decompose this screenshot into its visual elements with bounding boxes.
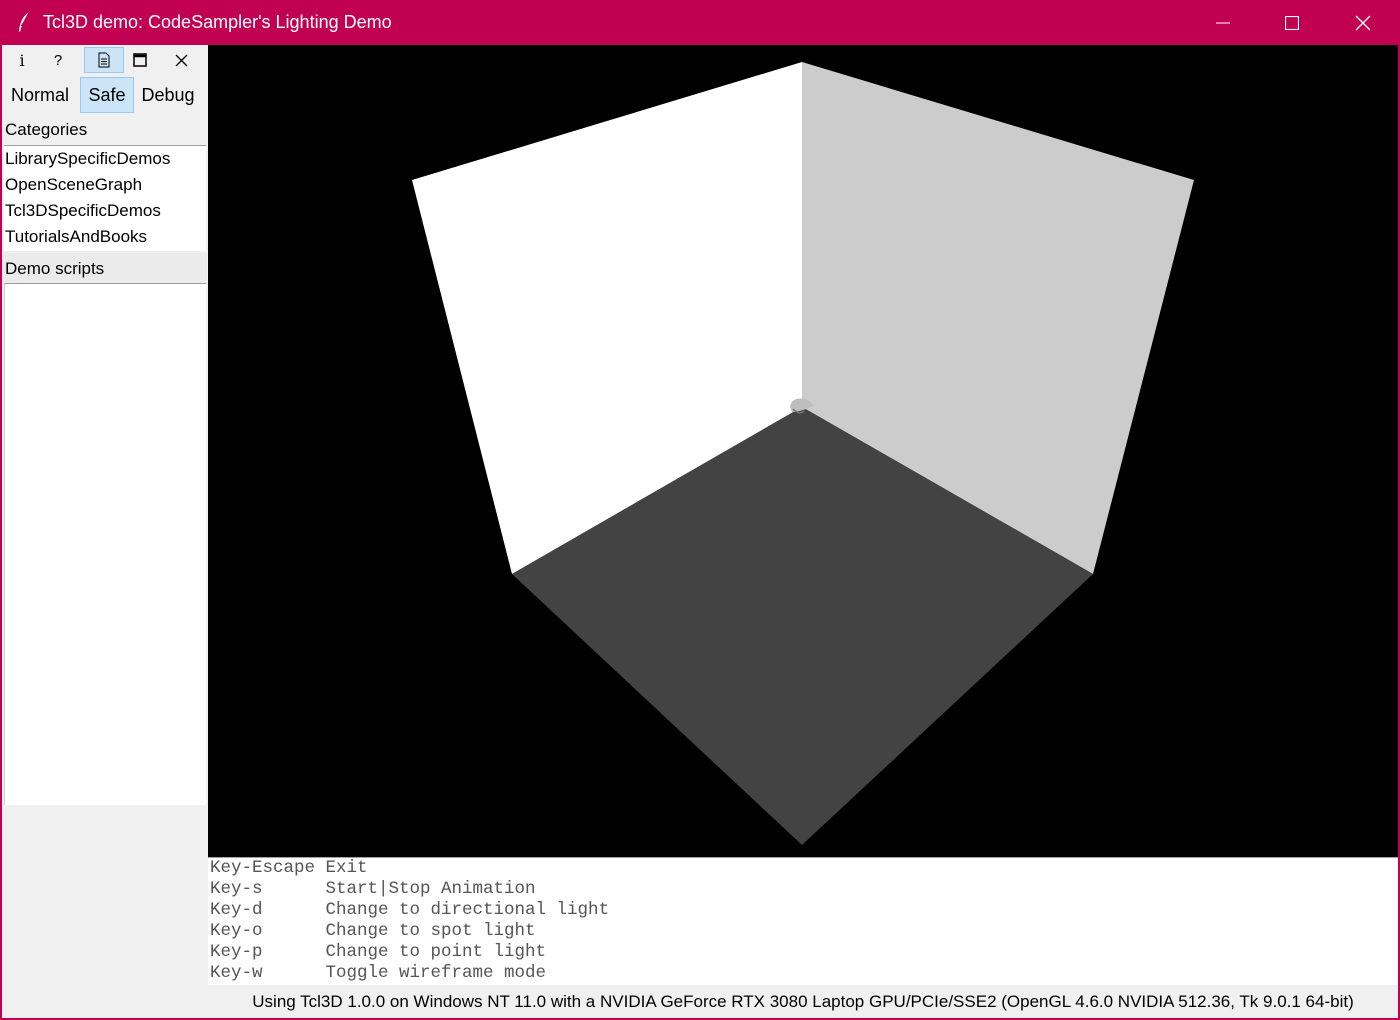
maximize-icon: [1285, 15, 1299, 30]
toolbar: i ?: [2, 45, 207, 75]
mode-safe-button[interactable]: Safe: [80, 77, 134, 113]
minimize-icon: [1216, 22, 1230, 23]
category-item-open-scene-graph[interactable]: OpenSceneGraph: [4, 172, 206, 198]
window-title: Tcl3D demo: CodeSampler's Lighting Demo: [43, 12, 392, 32]
maximize-view-button[interactable]: [120, 47, 160, 73]
opengl-viewport[interactable]: [208, 45, 1398, 857]
demo-scripts-header: Demo scripts: [2, 253, 207, 283]
close-window-button[interactable]: [1328, 0, 1398, 45]
application-window: Tcl3D demo: CodeSampler's Lighting Demo …: [0, 0, 1400, 1020]
console-line: Key-s Start|Stop Animation: [210, 879, 536, 899]
console-line: Key-d Change to directional light: [210, 900, 610, 920]
feather-icon: [17, 11, 31, 33]
help-button[interactable]: ?: [38, 47, 78, 73]
console-line: Key-Escape Exit: [210, 858, 368, 878]
category-item-tutorials-and-books[interactable]: TutorialsAndBooks: [4, 224, 206, 250]
document-button[interactable]: [84, 47, 124, 73]
close-demo-button[interactable]: [161, 47, 201, 73]
categories-list[interactable]: LibrarySpecificDemos OpenSceneGraph Tcl3…: [4, 145, 206, 251]
categories-label: Categories: [5, 120, 88, 139]
console-line: Key-w Toggle wireframe mode: [210, 963, 547, 983]
category-item-tcl3d-specific-demos[interactable]: Tcl3DSpecificDemos: [4, 198, 206, 224]
close-icon: [1355, 15, 1371, 30]
status-text: Using Tcl3D 1.0.0 on Windows NT 11.0 wit…: [252, 991, 1354, 1011]
key-help-console[interactable]: Key-Escape Exit Key-s Start|Stop Animati…: [208, 857, 1398, 985]
demo-scripts-label: Demo scripts: [5, 259, 105, 278]
mode-selector: Normal Safe Debug: [2, 77, 207, 113]
mode-normal-button[interactable]: Normal: [6, 77, 74, 113]
lighting-scene: [412, 62, 1194, 845]
info-icon: i: [19, 50, 25, 70]
title-bar[interactable]: Tcl3D demo: CodeSampler's Lighting Demo: [0, 0, 1400, 45]
help-icon: ?: [53, 51, 63, 69]
maximize-view-icon: [133, 53, 147, 67]
demo-scripts-list[interactable]: [4, 283, 206, 805]
status-bar: Using Tcl3D 1.0.0 on Windows NT 11.0 wit…: [208, 985, 1398, 1018]
document-icon: [98, 52, 110, 68]
client-area: i ? Normal Safe Debug Categories Library…: [2, 45, 1398, 1018]
info-button[interactable]: i: [2, 47, 42, 73]
maximize-button[interactable]: [1257, 0, 1327, 45]
console-line: Key-o Change to spot light: [210, 921, 536, 941]
close-icon: [175, 54, 187, 66]
mode-debug-button[interactable]: Debug: [137, 77, 199, 113]
category-item-library-specific-demos[interactable]: LibrarySpecificDemos: [4, 146, 206, 172]
console-line: Key-p Change to point light: [210, 942, 547, 962]
minimize-button[interactable]: [1188, 0, 1258, 45]
